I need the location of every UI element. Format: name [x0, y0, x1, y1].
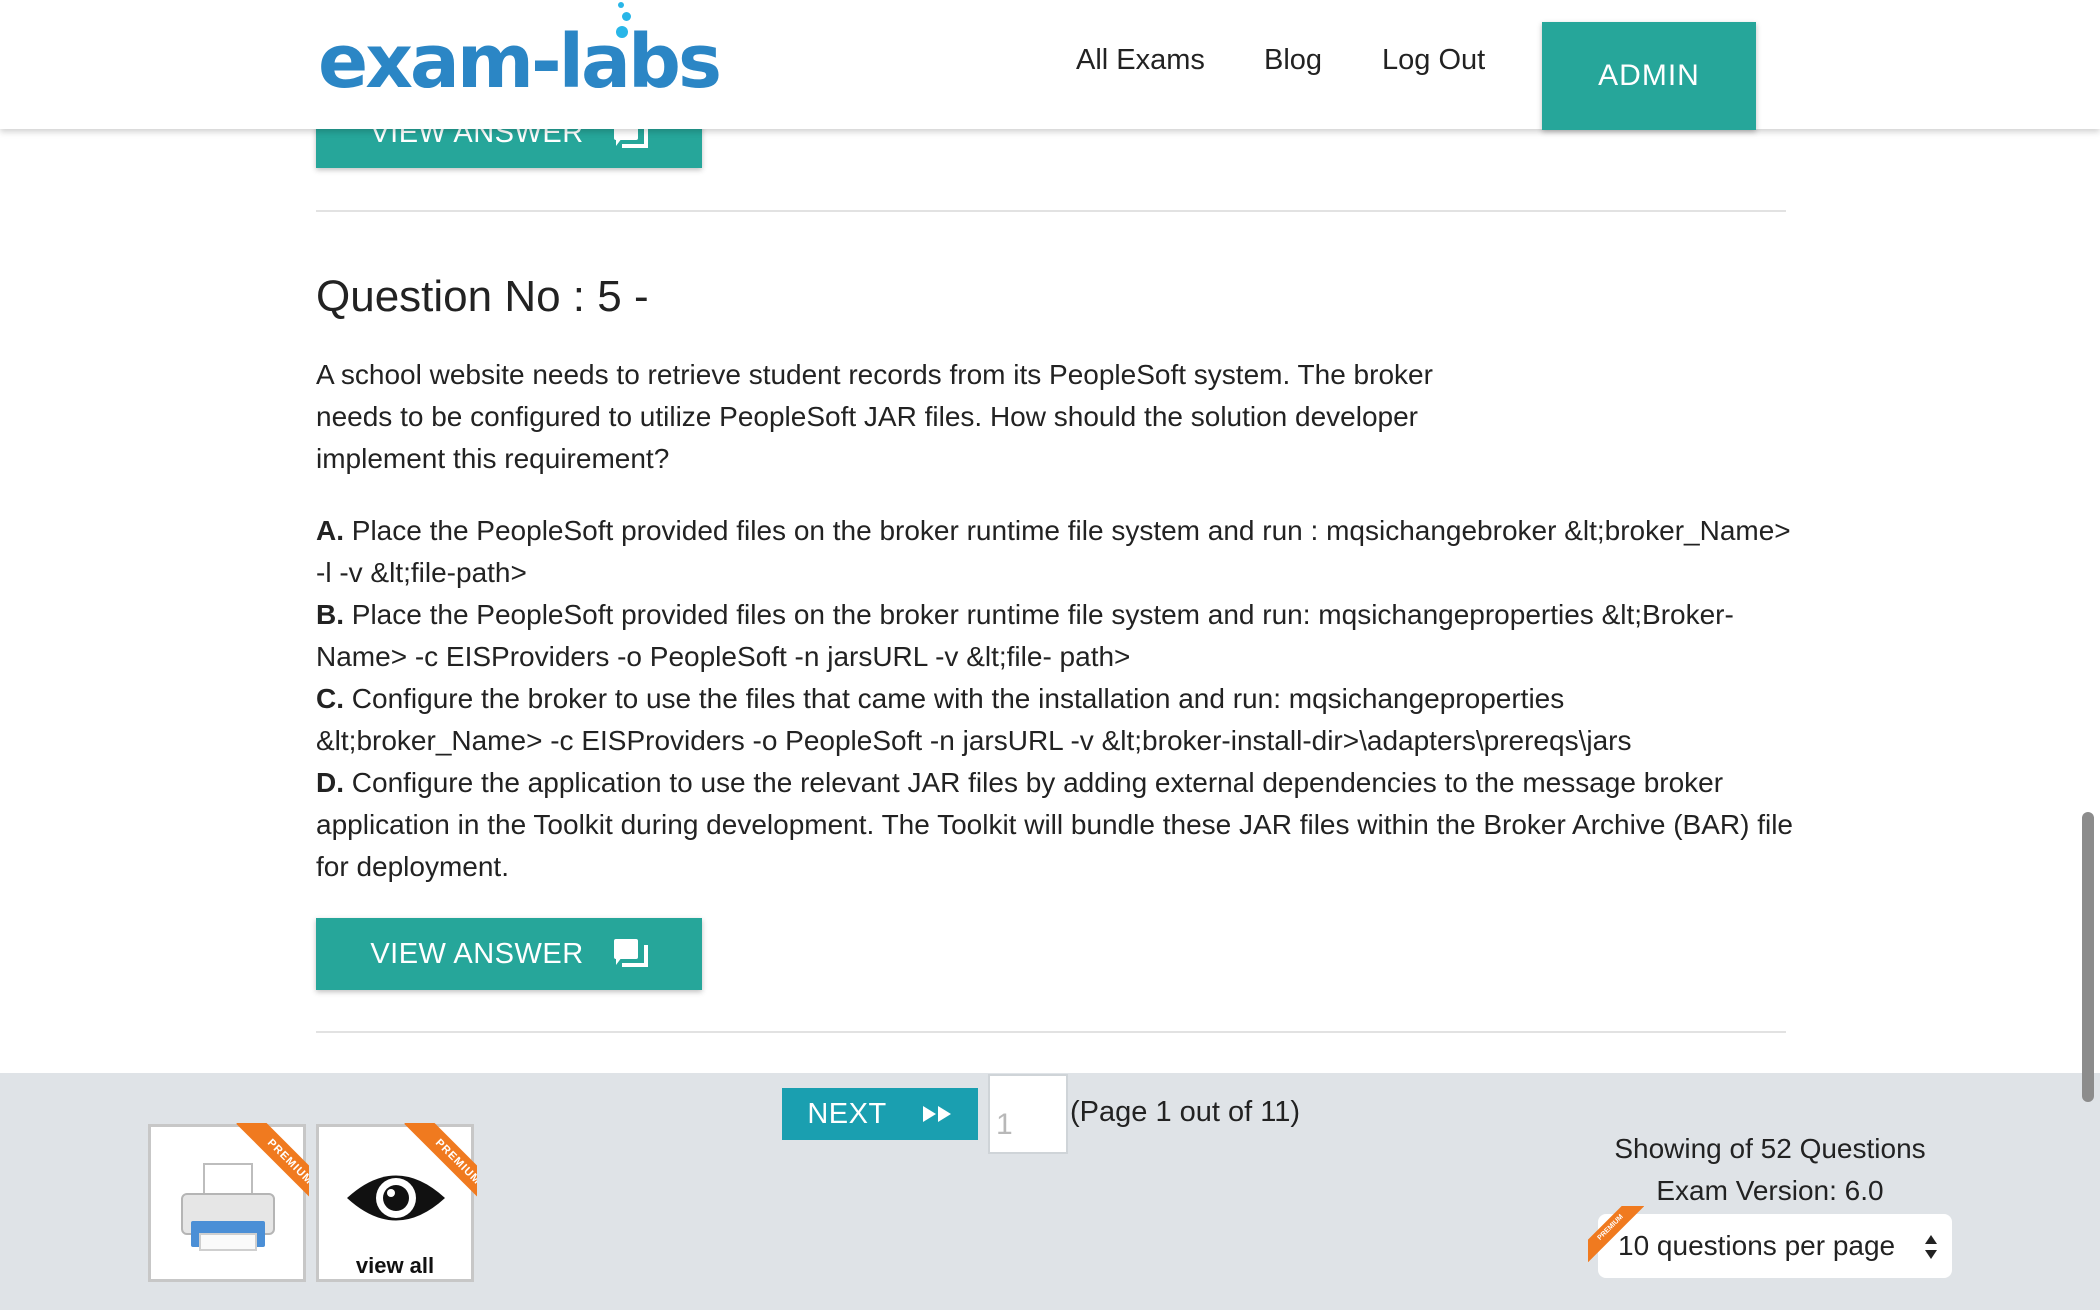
premium-ribbon: PREMIUM: [1588, 1206, 1644, 1262]
per-page-value: 10 questions per page: [1618, 1230, 1896, 1261]
select-arrows-icon: [1925, 1235, 1937, 1259]
exam-info: Showing of 52 Questions Exam Version: 6.…: [1560, 1128, 1980, 1212]
option-text: Configure the broker to use the files th…: [316, 683, 1632, 756]
option-letter: C.: [316, 683, 344, 714]
page-info: (Page 1 out of 11): [1070, 1096, 1301, 1128]
option-b: B. Place the PeopleSoft provided files o…: [316, 594, 1796, 678]
option-a: A. Place the PeopleSoft provided files o…: [316, 510, 1796, 594]
option-c: C. Configure the broker to use the files…: [316, 678, 1796, 762]
option-text: Configure the application to use the rel…: [316, 767, 1793, 882]
scrollbar[interactable]: [2082, 812, 2094, 1102]
option-letter: D.: [316, 767, 344, 798]
option-text: Place the PeopleSoft provided files on t…: [316, 515, 1791, 588]
nav-blog[interactable]: Blog: [1264, 44, 1322, 77]
premium-ribbon: PREMIUM: [217, 1123, 309, 1215]
answer-options: A. Place the PeopleSoft provided files o…: [316, 510, 1796, 888]
next-button[interactable]: NEXT: [782, 1088, 978, 1140]
option-letter: A.: [316, 515, 344, 546]
admin-button[interactable]: ADMIN: [1542, 22, 1756, 130]
questions-per-page-select[interactable]: 10 questions per page: [1598, 1214, 1952, 1278]
view-all-label: view all: [355, 1253, 435, 1278]
nav-all-exams[interactable]: All Exams: [1076, 44, 1205, 77]
view-answer-button[interactable]: VIEW ANSWER: [316, 918, 702, 990]
divider: [316, 1031, 1786, 1033]
option-letter: B.: [316, 599, 344, 630]
next-label: NEXT: [807, 1097, 887, 1130]
premium-ribbon: PREMIUM: [385, 1123, 477, 1215]
view-all-premium-tile[interactable]: view all PREMIUM: [316, 1123, 477, 1282]
option-d: D. Configure the application to use the …: [316, 762, 1796, 888]
top-navbar: exam-labs All Exams Blog Log Out ADMIN: [0, 0, 2100, 130]
view-answer-label: VIEW ANSWER: [370, 937, 584, 970]
chat-icon: [613, 939, 648, 969]
print-premium-tile[interactable]: PREMIUM: [148, 1123, 309, 1282]
question-text: A school website needs to retrieve stude…: [316, 359, 1433, 474]
fast-forward-icon: [922, 1106, 951, 1122]
page-number-input[interactable]: [988, 1074, 1068, 1154]
nav-log-out[interactable]: Log Out: [1382, 44, 1485, 77]
logo-text: exam-labs: [318, 19, 722, 105]
divider: [316, 210, 1786, 212]
questions-count: Showing of 52 Questions: [1614, 1133, 1926, 1164]
option-text: Place the PeopleSoft provided files on t…: [316, 599, 1734, 672]
question-title: Question No : 5 -: [316, 272, 649, 321]
exam-labs-logo[interactable]: exam-labs: [318, 2, 722, 105]
